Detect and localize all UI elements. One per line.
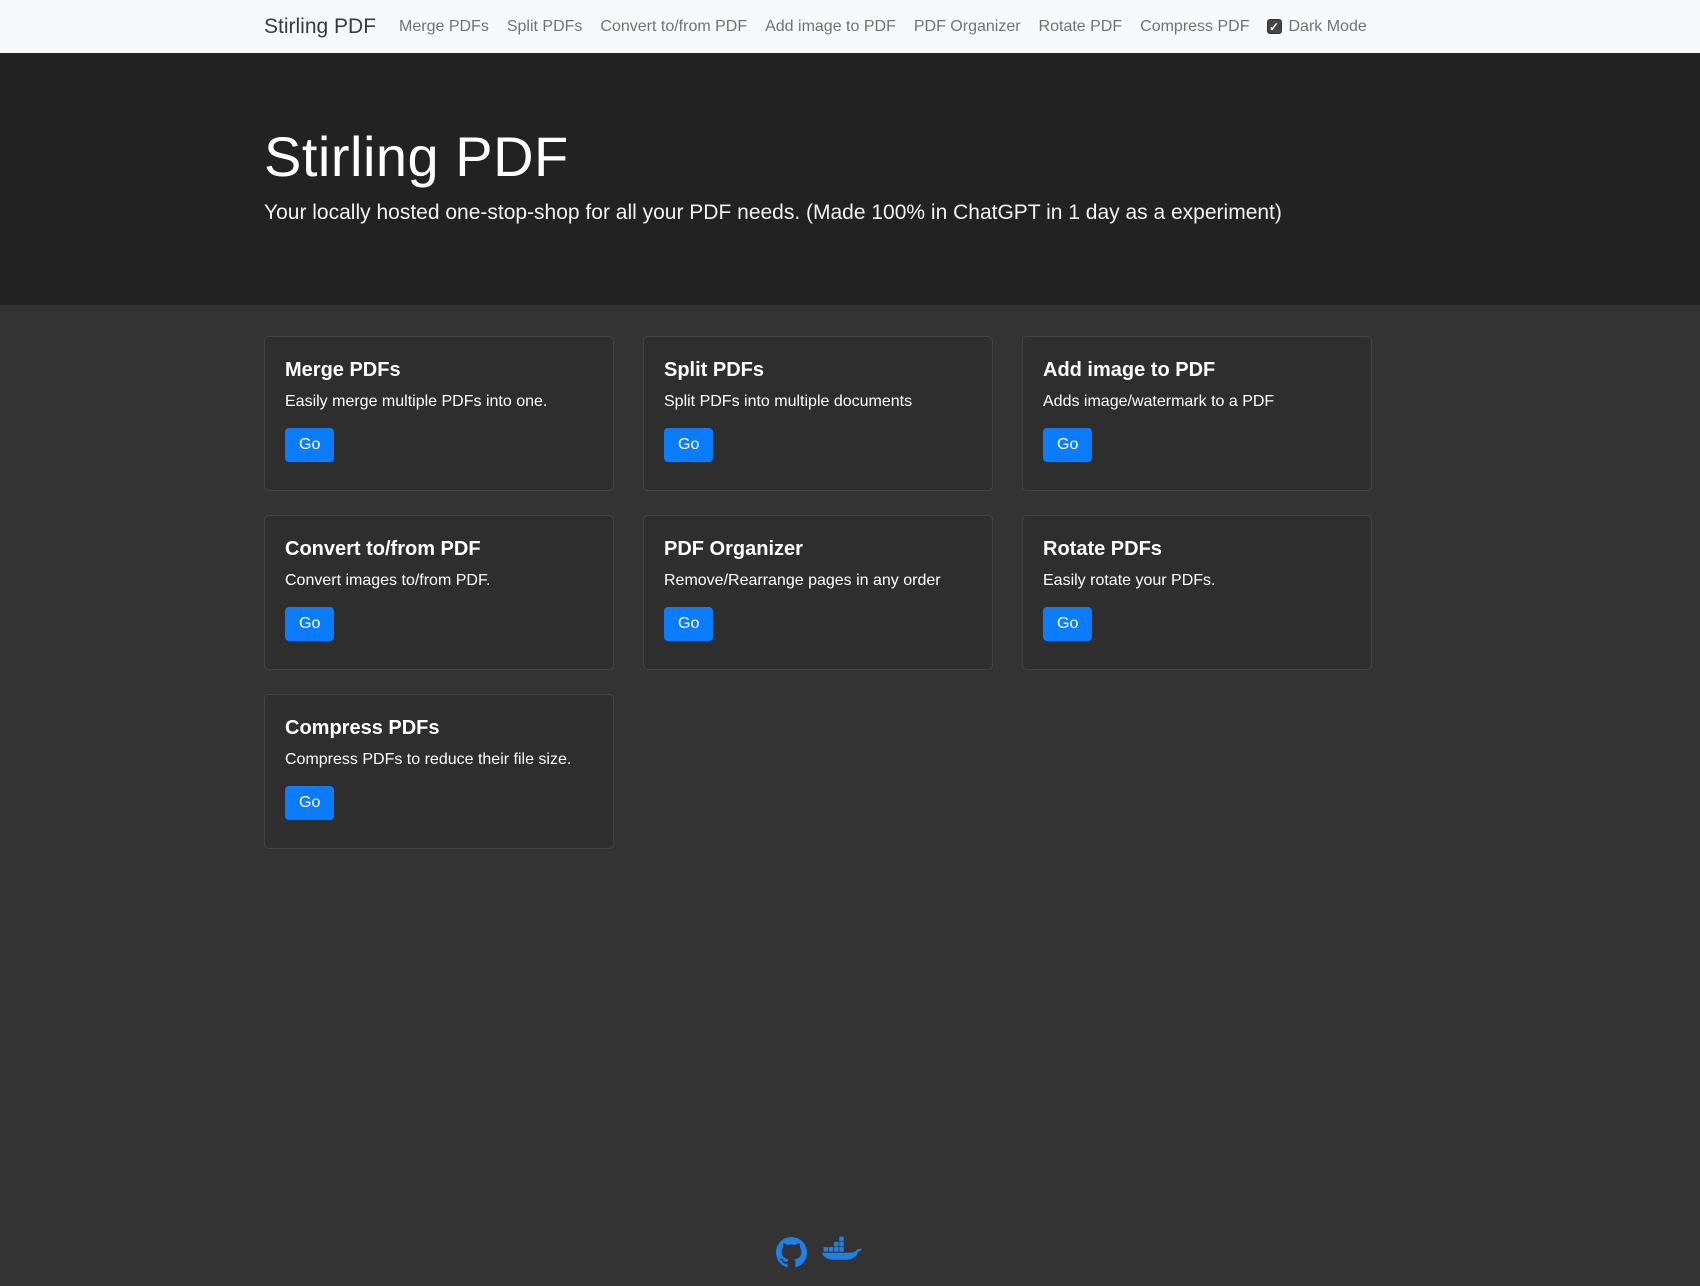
nav-link-merge-pdfs[interactable]: Merge PDFs <box>390 18 498 36</box>
card-merge-pdfs: Merge PDFs Easily merge multiple PDFs in… <box>264 336 614 491</box>
docker-icon <box>821 1236 862 1274</box>
card-title: PDF Organizer <box>664 538 972 561</box>
card-title: Compress PDFs <box>285 717 593 740</box>
card-rotate-pdfs: Rotate PDFs Easily rotate your PDFs. Go <box>1022 515 1372 670</box>
go-button-merge-pdfs[interactable]: Go <box>285 428 334 462</box>
docker-link[interactable] <box>821 1236 862 1274</box>
card-description: Split PDFs into multiple documents <box>664 393 972 411</box>
card-pdf-organizer: PDF Organizer Remove/Rearrange pages in … <box>643 515 993 670</box>
card-split-pdfs: Split PDFs Split PDFs into multiple docu… <box>643 336 993 491</box>
go-button-compress-pdfs[interactable]: Go <box>285 786 334 820</box>
hero-banner: Stirling PDF Your locally hosted one-sto… <box>0 53 1700 305</box>
dark-mode-checkbox[interactable]: ✓ <box>1267 19 1282 34</box>
card-description: Convert images to/from PDF. <box>285 572 593 590</box>
card-title: Split PDFs <box>664 359 972 382</box>
nav-link-add-image[interactable]: Add image to PDF <box>756 18 905 36</box>
navbar-inner: Stirling PDF Merge PDFs Split PDFs Conve… <box>264 15 1374 39</box>
feature-grid: Merge PDFs Easily merge multiple PDFs in… <box>264 336 1374 849</box>
nav-link-split-pdfs[interactable]: Split PDFs <box>498 18 592 36</box>
card-description: Easily rotate your PDFs. <box>1043 572 1351 590</box>
go-button-pdf-organizer[interactable]: Go <box>664 607 713 641</box>
navbar: Stirling PDF Merge PDFs Split PDFs Conve… <box>0 0 1700 53</box>
card-title: Merge PDFs <box>285 359 593 382</box>
card-title: Add image to PDF <box>1043 359 1351 382</box>
dark-mode-label: Dark Mode <box>1289 18 1367 36</box>
github-link[interactable] <box>776 1237 807 1273</box>
card-description: Compress PDFs to reduce their file size. <box>285 751 593 769</box>
checkmark-icon: ✓ <box>1269 21 1279 33</box>
card-description: Remove/Rearrange pages in any order <box>664 572 972 590</box>
navbar-brand[interactable]: Stirling PDF <box>264 15 376 39</box>
github-icon <box>776 1237 807 1273</box>
nav-link-pdf-organizer[interactable]: PDF Organizer <box>905 18 1030 36</box>
card-add-image-to-pdf: Add image to PDF Adds image/watermark to… <box>1022 336 1372 491</box>
navbar-links: Merge PDFs Split PDFs Convert to/from PD… <box>390 18 1258 36</box>
card-convert-pdf: Convert to/from PDF Convert images to/fr… <box>264 515 614 670</box>
nav-link-convert-pdf[interactable]: Convert to/from PDF <box>591 18 756 36</box>
go-button-rotate-pdfs[interactable]: Go <box>1043 607 1092 641</box>
go-button-add-image[interactable]: Go <box>1043 428 1092 462</box>
hero-subtitle: Your locally hosted one-stop-shop for al… <box>264 201 1374 225</box>
card-title: Rotate PDFs <box>1043 538 1351 561</box>
go-button-convert-pdf[interactable]: Go <box>285 607 334 641</box>
go-button-split-pdfs[interactable]: Go <box>664 428 713 462</box>
card-description: Adds image/watermark to a PDF <box>1043 393 1351 411</box>
card-description: Easily merge multiple PDFs into one. <box>285 393 593 411</box>
footer <box>776 1236 862 1274</box>
dark-mode-toggle[interactable]: ✓ Dark Mode <box>1267 18 1367 36</box>
page-title: Stirling PDF <box>264 125 1374 189</box>
nav-link-rotate-pdf[interactable]: Rotate PDF <box>1030 18 1132 36</box>
nav-link-compress-pdf[interactable]: Compress PDF <box>1131 18 1258 36</box>
card-title: Convert to/from PDF <box>285 538 593 561</box>
card-compress-pdfs: Compress PDFs Compress PDFs to reduce th… <box>264 694 614 849</box>
